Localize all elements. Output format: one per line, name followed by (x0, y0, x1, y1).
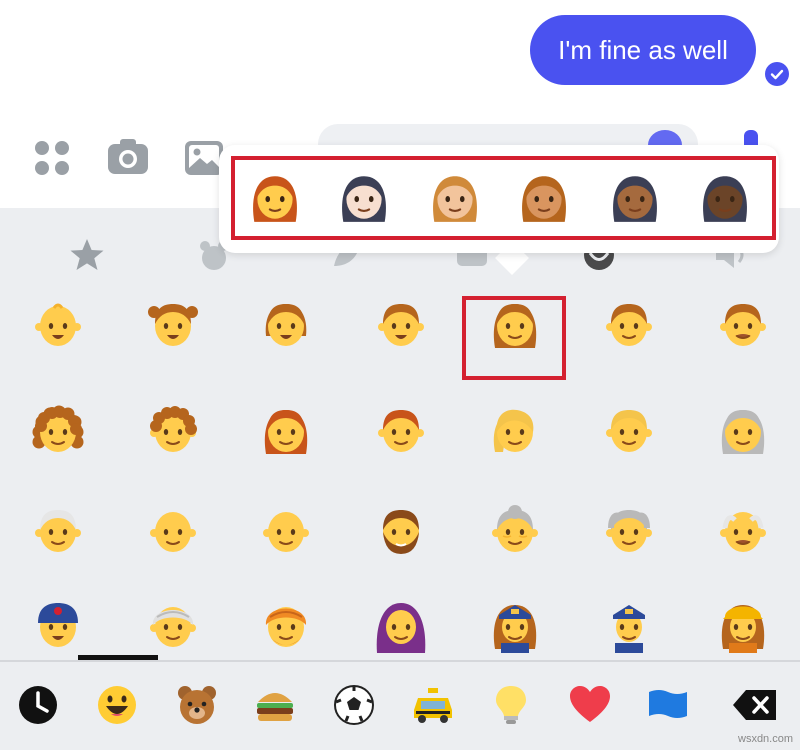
camera-icon[interactable] (107, 138, 149, 176)
man-beard-emoji[interactable] (373, 502, 429, 558)
taxi-icon[interactable] (412, 684, 454, 726)
woman-bald-emoji[interactable] (145, 502, 201, 558)
man-police-officer-emoji[interactable] (601, 597, 657, 653)
old-woman-emoji[interactable] (487, 502, 543, 558)
man-with-cap-emoji[interactable] (30, 597, 86, 653)
smiley-icon[interactable] (96, 684, 138, 726)
watermark: wsxdn.com (738, 733, 794, 745)
burger-icon[interactable] (254, 684, 296, 726)
read-receipt-icon (765, 62, 789, 86)
man-red-hair-emoji[interactable] (373, 402, 429, 458)
woman-construction-worker-emoji[interactable] (715, 597, 771, 653)
message-bubble[interactable]: I'm fine as well (530, 15, 756, 85)
woman-police-officer-emoji[interactable] (487, 597, 543, 653)
man-blond-emoji[interactable] (601, 402, 657, 458)
recent-icon[interactable] (17, 684, 59, 726)
man-mustache-emoji[interactable] (715, 296, 771, 352)
heart-icon[interactable] (569, 684, 611, 726)
woman-dark-tone[interactable] (696, 168, 754, 226)
star-icon[interactable] (68, 236, 106, 274)
woman-headscarf-emoji[interactable] (373, 597, 429, 653)
selected-emoji-highlight (462, 296, 566, 380)
soccer-ball-icon[interactable] (333, 684, 375, 726)
woman-turban-emoji[interactable] (145, 597, 201, 653)
girl-emoji[interactable] (145, 296, 201, 352)
lightbulb-icon[interactable] (490, 684, 532, 726)
woman-light-tone[interactable] (335, 168, 393, 226)
baby-emoji[interactable] (30, 296, 86, 352)
man-white-hair-emoji[interactable] (30, 502, 86, 558)
scroll-indicator (78, 655, 158, 660)
message-text: I'm fine as well (558, 34, 728, 65)
man-curly-hair-emoji[interactable] (145, 402, 201, 458)
man-bald-emoji[interactable] (258, 502, 314, 558)
person-blond-emoji[interactable] (601, 296, 657, 352)
woman-red-hair-emoji[interactable] (258, 402, 314, 458)
old-man-emoji[interactable] (601, 502, 657, 558)
woman-default-tone[interactable] (246, 168, 304, 226)
man-turban-emoji[interactable] (258, 597, 314, 653)
more-apps-icon[interactable] (35, 141, 71, 177)
backspace-icon[interactable] (732, 684, 778, 726)
older-man-emoji[interactable] (715, 502, 771, 558)
woman-medium-light-tone[interactable] (426, 168, 484, 226)
woman-blond-hair-emoji[interactable] (487, 402, 543, 458)
woman-curly-hair-emoji[interactable] (30, 402, 86, 458)
woman-medium-tone[interactable] (515, 168, 573, 226)
bear-icon[interactable] (176, 684, 218, 726)
woman-medium-dark-tone[interactable] (606, 168, 664, 226)
gallery-icon[interactable] (184, 140, 224, 176)
boy-emoji[interactable] (258, 296, 314, 352)
child-emoji[interactable] (373, 296, 429, 352)
flag-icon[interactable] (647, 684, 689, 726)
skin-tone-highlight (231, 156, 776, 240)
woman-white-hair-emoji[interactable] (715, 402, 771, 458)
